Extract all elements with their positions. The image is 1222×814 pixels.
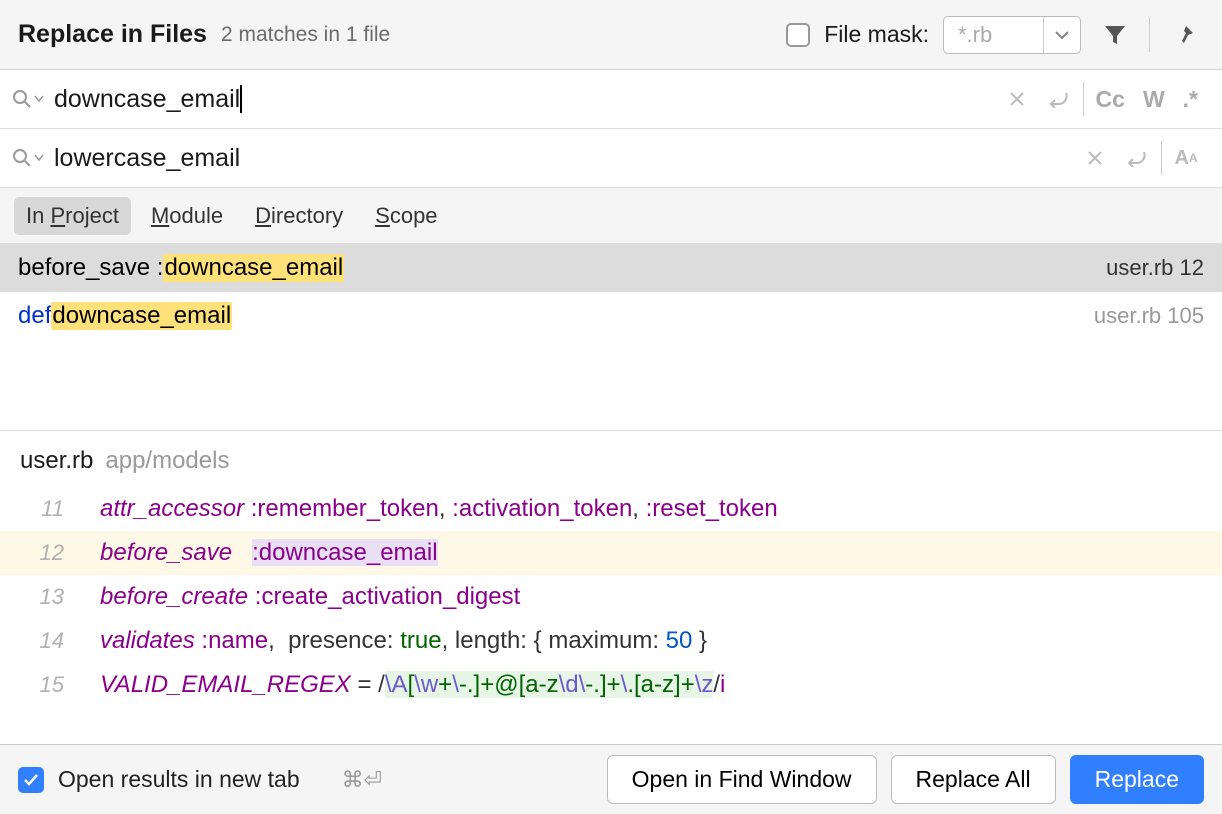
replace-input[interactable]: lowercase_email	[54, 144, 1077, 173]
regex-toggle[interactable]: .*	[1177, 86, 1204, 113]
replace-row: lowercase_email AA	[0, 129, 1222, 188]
open-find-window-button[interactable]: Open in Find Window	[607, 755, 877, 804]
search-icon[interactable]	[12, 89, 44, 109]
tab-directory[interactable]: Directory	[243, 197, 355, 235]
preview-filename: user.rb	[20, 447, 93, 475]
code-line: 12 before_save :downcase_email	[0, 531, 1222, 575]
file-mask-label: File mask:	[824, 21, 929, 48]
divider	[1149, 18, 1150, 52]
code-line: 15 VALID_EMAIL_REGEX = /\A[\w+\-.]+@[a-z…	[0, 663, 1222, 707]
tab-module[interactable]: Module	[139, 197, 235, 235]
open-new-tab-checkbox[interactable]	[18, 767, 44, 793]
replace-all-button[interactable]: Replace All	[891, 755, 1056, 804]
file-mask-input[interactable]: *.rb	[943, 16, 1081, 54]
filter-icon[interactable]	[1095, 24, 1135, 46]
file-mask-value: *.rb	[944, 17, 1044, 53]
code-line: 13 before_create :create_activation_dige…	[0, 575, 1222, 619]
preserve-case-icon[interactable]: AA	[1168, 147, 1204, 170]
search-input[interactable]: downcase_email	[54, 85, 999, 114]
tab-scope[interactable]: Scope	[363, 197, 449, 235]
scope-tabs: In Project Module Directory Scope	[0, 188, 1222, 244]
result-row[interactable]: before_save :downcase_email user.rb 12	[0, 244, 1222, 292]
newline-icon[interactable]	[1119, 149, 1155, 167]
case-sensitive-toggle[interactable]: Cc	[1090, 86, 1131, 113]
search-row: downcase_email Cc W .*	[0, 70, 1222, 129]
shortcut-hint: ⌘⏎	[342, 767, 382, 793]
result-row[interactable]: def downcase_email user.rb 105	[0, 292, 1222, 340]
pin-icon[interactable]	[1164, 23, 1204, 47]
footer-bar: Open results in new tab ⌘⏎ Open in Find …	[0, 744, 1222, 814]
code-preview[interactable]: 11 attr_accessor :remember_token, :activ…	[0, 487, 1222, 707]
replace-button[interactable]: Replace	[1070, 755, 1204, 804]
code-line: 11 attr_accessor :remember_token, :activ…	[0, 487, 1222, 531]
preview-path: app/models	[105, 447, 229, 475]
tab-project[interactable]: In Project	[14, 197, 131, 235]
preview-header: user.rb app/models	[0, 430, 1222, 487]
divider	[1083, 82, 1084, 116]
header-bar: Replace in Files 2 matches in 1 file Fil…	[0, 0, 1222, 70]
divider	[1161, 141, 1162, 175]
clear-replace-icon[interactable]	[1077, 149, 1113, 167]
chevron-down-icon[interactable]	[1044, 30, 1080, 40]
words-toggle[interactable]: W	[1137, 86, 1171, 113]
replace-icon[interactable]	[12, 148, 44, 168]
open-new-tab-label: Open results in new tab	[58, 766, 300, 793]
dialog-title: Replace in Files	[18, 20, 207, 49]
newline-icon[interactable]	[1041, 90, 1077, 108]
clear-search-icon[interactable]	[999, 90, 1035, 108]
results-list: before_save :downcase_email user.rb 12 d…	[0, 244, 1222, 340]
file-mask-checkbox[interactable]	[786, 23, 810, 47]
text-cursor	[240, 85, 242, 113]
code-line: 14 validates :name, presence: true, leng…	[0, 619, 1222, 663]
match-count: 2 matches in 1 file	[221, 23, 390, 47]
